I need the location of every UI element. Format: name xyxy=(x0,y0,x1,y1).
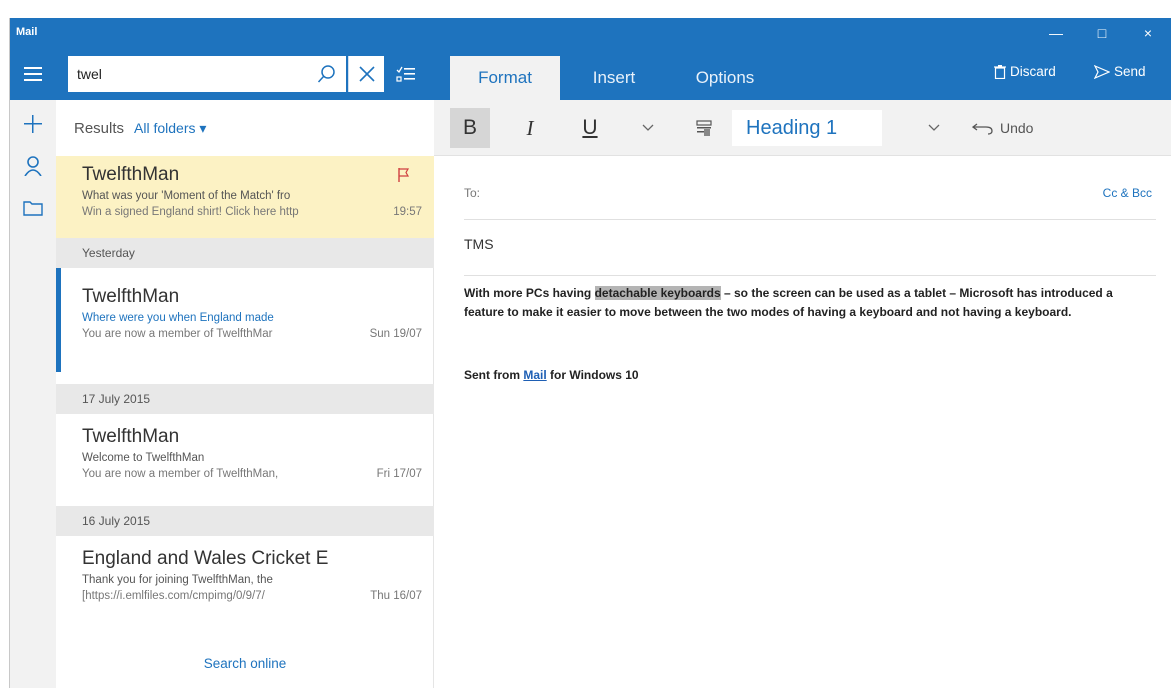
message-preview-row: You are now a member of TwelfthMan, Fri … xyxy=(82,468,422,480)
message-time: Thu 16/07 xyxy=(370,590,422,602)
person-icon xyxy=(24,156,42,176)
message-preview-row: [https://i.emlfiles.com/cmpimg/0/9/7/ Th… xyxy=(82,590,422,602)
compose-pane: To: Cc & Bcc TMS With more PCs having de… xyxy=(434,156,1171,688)
send-label: Send xyxy=(1114,64,1146,79)
message-preview-row: Win a signed England shirt! Click here h… xyxy=(82,206,422,218)
title-bar: Mail — □ × xyxy=(10,18,1171,48)
send-button[interactable]: Send xyxy=(1094,64,1146,79)
format-toolbar: B I U Heading 1 Undo xyxy=(434,100,1171,156)
results-header: Results All folders ▾ xyxy=(56,100,434,156)
results-label: Results xyxy=(74,119,125,137)
tab-options[interactable]: Options xyxy=(670,56,780,100)
message-sender: TwelfthMan xyxy=(82,164,180,185)
more-font-options-button[interactable] xyxy=(630,108,666,148)
message-preview: You are now a member of TwelfthMar xyxy=(82,328,273,340)
trash-icon xyxy=(994,64,1006,79)
close-icon xyxy=(358,66,375,82)
bold-button[interactable]: B xyxy=(450,108,490,148)
message-time: Fri 17/07 xyxy=(376,468,422,480)
body-text-start: With more PCs having xyxy=(464,286,595,300)
message-sender: TwelfthMan xyxy=(82,286,180,307)
message-item[interactable]: England and Wales Cricket E Thank you fo… xyxy=(56,536,434,628)
search-bar xyxy=(56,48,434,100)
select-list-icon xyxy=(396,66,415,82)
message-sender: England and Wales Cricket E xyxy=(82,548,329,569)
paragraph-format-button[interactable] xyxy=(684,108,724,148)
style-dropdown-button[interactable] xyxy=(916,108,952,148)
to-field[interactable]: To: Cc & Bcc xyxy=(464,186,1156,220)
message-subject: What was your 'Moment of the Match' fro xyxy=(82,190,291,202)
hamburger-icon xyxy=(24,67,42,81)
flag-icon[interactable] xyxy=(398,168,410,185)
message-item[interactable]: TwelfthMan Where were you when England m… xyxy=(56,268,434,372)
signature-prefix: Sent from xyxy=(464,368,524,382)
close-window-button[interactable]: × xyxy=(1125,18,1171,48)
tab-format[interactable]: Format xyxy=(450,56,560,100)
message-preview-row: You are now a member of TwelfthMar Sun 1… xyxy=(82,328,422,340)
undo-button[interactable]: Undo xyxy=(972,108,1033,148)
message-subject: Thank you for joining TwelfthMan, the xyxy=(82,574,273,586)
message-item[interactable]: TwelfthMan What was your 'Moment of the … xyxy=(56,156,434,238)
message-list: TwelfthMan What was your 'Moment of the … xyxy=(56,156,434,688)
new-mail-button[interactable] xyxy=(10,104,56,144)
signature: Sent from Mail for Windows 10 xyxy=(464,368,639,382)
selection-mode-button[interactable] xyxy=(386,56,426,92)
undo-label: Undo xyxy=(1000,120,1034,136)
date-group-header: 17 July 2015 xyxy=(56,384,434,414)
discard-button[interactable]: Discard xyxy=(994,64,1056,79)
format-painter-icon xyxy=(696,120,712,136)
hamburger-menu-button[interactable] xyxy=(10,48,56,100)
search-icon[interactable] xyxy=(317,64,337,84)
message-preview: [https://i.emlfiles.com/cmpimg/0/9/7/ xyxy=(82,590,265,602)
to-label: To: xyxy=(464,186,481,200)
tab-insert[interactable]: Insert xyxy=(564,56,664,100)
message-sender: TwelfthMan xyxy=(82,426,180,447)
plus-icon xyxy=(24,115,42,133)
mail-link[interactable]: Mail xyxy=(523,368,546,382)
message-item[interactable]: TwelfthMan Welcome to TwelfthMan You are… xyxy=(56,414,434,506)
subject-field[interactable]: TMS xyxy=(464,236,1156,276)
message-preview: Win a signed England shirt! Click here h… xyxy=(82,206,299,218)
body-highlighted-text: detachable keyboards xyxy=(594,286,721,300)
message-body[interactable]: With more PCs having detachable keyboard… xyxy=(464,284,1144,322)
all-folders-dropdown[interactable]: All folders ▾ xyxy=(134,120,206,137)
search-online-link[interactable]: Search online xyxy=(56,656,434,671)
nav-rail xyxy=(10,48,56,688)
cc-bcc-link[interactable]: Cc & Bcc xyxy=(1103,186,1152,200)
date-group-header: Yesterday xyxy=(56,238,434,268)
folders-button[interactable] xyxy=(10,188,56,228)
style-picker[interactable]: Heading 1 xyxy=(732,110,882,146)
underline-button[interactable]: U xyxy=(570,108,610,148)
undo-icon xyxy=(972,123,993,135)
search-input[interactable] xyxy=(77,64,297,84)
ribbon-tabs: Format Insert Options Discard Send xyxy=(434,48,1171,100)
italic-button[interactable]: I xyxy=(510,108,550,148)
signature-suffix: for Windows 10 xyxy=(546,368,639,382)
folder-icon xyxy=(23,201,43,216)
date-group-header: 16 July 2015 xyxy=(56,506,434,536)
message-time: 19:57 xyxy=(393,206,422,218)
send-icon xyxy=(1094,64,1110,79)
message-time: Sun 19/07 xyxy=(369,328,422,340)
window-title: Mail xyxy=(16,26,38,38)
search-box xyxy=(68,56,346,92)
mail-app-window: Mail — □ × twel Results All folders ▾ Tw… xyxy=(10,18,1171,688)
chevron-down-icon xyxy=(928,124,940,131)
chevron-down-icon xyxy=(642,124,654,131)
message-subject: Where were you when England made xyxy=(82,312,274,324)
discard-label: Discard xyxy=(1010,64,1056,79)
people-button[interactable] xyxy=(10,146,56,186)
minimize-button[interactable]: — xyxy=(1033,18,1079,48)
maximize-button[interactable]: □ xyxy=(1079,18,1125,48)
message-subject: Welcome to TwelfthMan xyxy=(82,452,205,464)
message-preview: You are now a member of TwelfthMan, xyxy=(82,468,279,480)
clear-search-button[interactable] xyxy=(348,56,384,92)
